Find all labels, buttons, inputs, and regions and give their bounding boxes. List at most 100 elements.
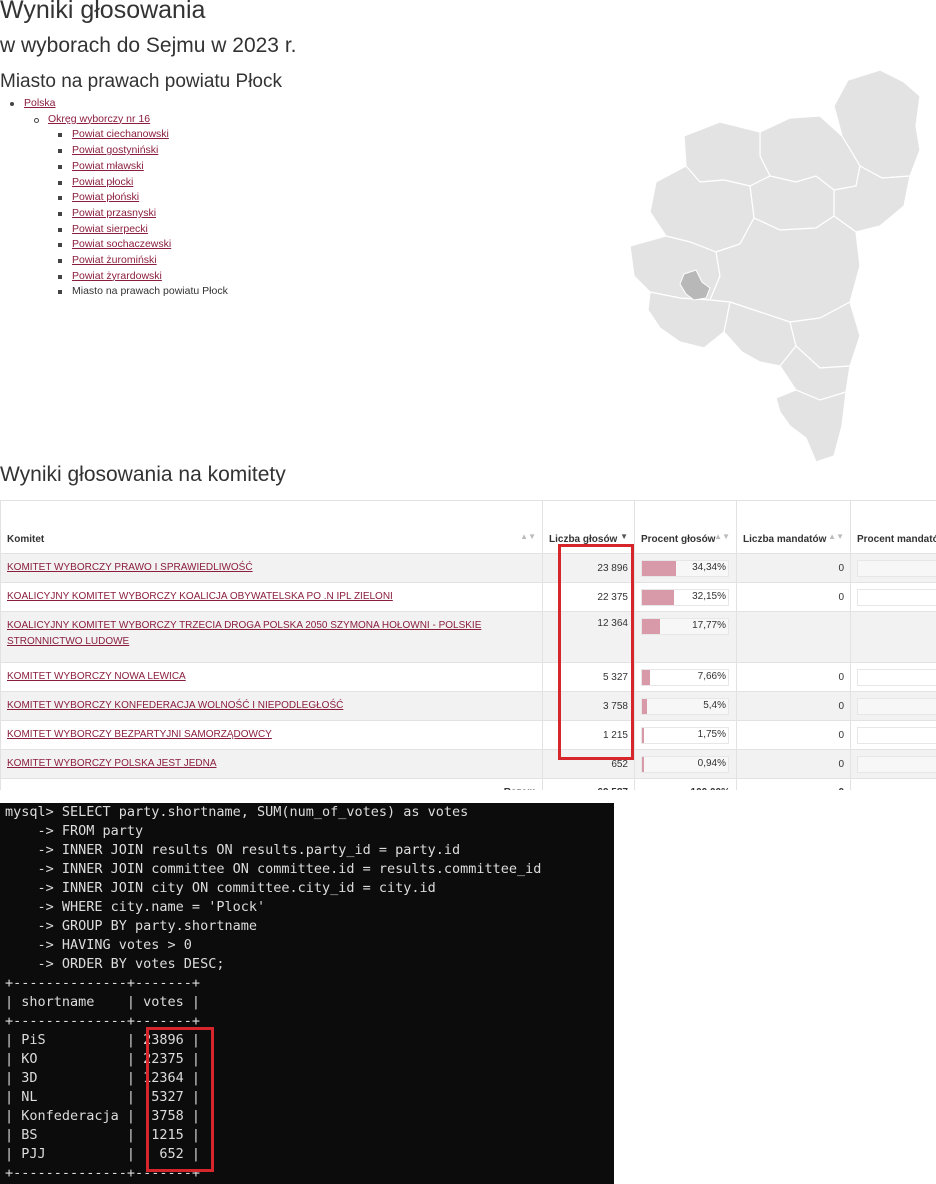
sql-result-line: | PJJ | 652 | (5, 1146, 201, 1162)
sort-icon: ▲▼ (520, 532, 536, 541)
sql-result-line: +--------------+-------+ (5, 1165, 201, 1181)
tree-link-powiat[interactable]: Powiat mławski (72, 160, 144, 172)
committee-link[interactable]: KOMITET WYBORCZY BEZPARTYJNI SAMORZĄDOWC… (7, 729, 272, 740)
tree-item: Powiat mławski (0, 159, 228, 175)
seats-pct-cell (850, 749, 936, 779)
sql-result-line: +--------------+-------+ (5, 975, 201, 991)
bullet-icon (58, 196, 62, 201)
tree-link-powiat[interactable]: Powiat żuromiński (72, 254, 157, 266)
percent-label: 17,77% (692, 620, 726, 631)
percent-bar: 5,4% (641, 697, 729, 715)
seats-cell: 0 (736, 749, 851, 779)
bullet-icon (34, 117, 39, 123)
sql-query-line: -> INNER JOIN city ON committee.city_id … (5, 880, 436, 896)
tree-item: Powiat ciechanowski (0, 127, 228, 143)
table-row: KOMITET WYBORCZY PRAWO I SPRAWIEDLIWOŚĆ 2… (0, 553, 936, 583)
committee-cell: KOMITET WYBORCZY POLSKA JEST JEDNA (0, 749, 543, 779)
sql-query-line: mysql> SELECT party.shortname, SUM(num_o… (5, 804, 469, 820)
percent-bar-fill (642, 727, 644, 743)
committee-link[interactable]: KOMITET WYBORCZY PRAWO I SPRAWIEDLIWOŚĆ (7, 562, 253, 573)
section-title: Wyniki głosowania na komitety (0, 463, 286, 486)
seats-cell: 0 (736, 662, 851, 692)
total-votes-pct: 100,00% (634, 778, 737, 790)
committee-link[interactable]: KOMITET WYBORCZY NOWA LEWICA (7, 671, 186, 682)
committee-cell: KOMITET WYBORCZY NOWA LEWICA (0, 662, 543, 692)
tree-current-label: Miasto na prawach powiatu Płock (72, 285, 228, 298)
committee-link[interactable]: KOALICYJNY KOMITET WYBORCZY TRZECIA DROG… (7, 620, 481, 647)
percent-bar: 1,75% (641, 726, 729, 744)
sql-query-line: -> WHERE city.name = 'Plock' (5, 899, 266, 915)
sql-result-line: | KO | 22375 | (5, 1051, 201, 1067)
tree-link-powiat[interactable]: Powiat płocki (72, 176, 133, 188)
location-title: Miasto na prawach powiatu Płock (0, 71, 282, 92)
bullet-icon (10, 102, 14, 106)
committee-link[interactable]: KOALICYJNY KOMITET WYBORCZY KOALICJA OBY… (7, 591, 393, 602)
tree-item-district: Okręg wyborczy nr 16 (0, 112, 228, 128)
sql-result-line: | shortname | votes | (5, 994, 201, 1010)
sql-query-line: -> INNER JOIN results ON results.party_i… (5, 842, 461, 858)
tree-link-powiat[interactable]: Powiat sierpecki (72, 223, 148, 235)
tree-link-powiat[interactable]: Powiat gostyniński (72, 144, 158, 156)
seats-percent-bar (857, 559, 936, 577)
seats-pct-cell (850, 662, 936, 692)
bullet-icon (58, 290, 62, 295)
tree-item: Powiat przasnyski (0, 206, 228, 222)
map-region[interactable] (683, 121, 771, 187)
tree-link-powiat[interactable]: Powiat ciechanowski (72, 128, 169, 140)
seats-percent-bar (857, 588, 936, 606)
header-seats-pct[interactable]: Procent mandatów (850, 500, 936, 554)
sql-query-line: -> INNER JOIN committee ON committee.id … (5, 861, 542, 877)
seats-percent-bar (857, 697, 936, 715)
total-seats-pct: 100 (850, 778, 936, 790)
tree-link-powiat[interactable]: Powiat sochaczewski (72, 238, 171, 250)
page-title: Wyniki głosowania (0, 0, 206, 24)
mysql-terminal: mysql> SELECT party.shortname, SUM(num_o… (0, 803, 614, 1184)
header-committee[interactable]: Komitet ▲▼ (0, 500, 543, 554)
committee-cell: KOMITET WYBORCZY PRAWO I SPRAWIEDLIWOŚĆ (0, 553, 543, 583)
tree-link-root[interactable]: Polska (24, 97, 56, 109)
committee-link[interactable]: KOMITET WYBORCZY KONFEDERACJA WOLNOŚĆ I … (7, 700, 343, 711)
map-region[interactable] (775, 389, 847, 463)
percent-bar: 0,94% (641, 755, 729, 773)
header-votes[interactable]: Liczba głosów ▼ (542, 500, 635, 554)
committee-link[interactable]: KOMITET WYBORCZY POLSKA JEST JEDNA (7, 758, 217, 769)
sort-desc-icon: ▼ (620, 532, 628, 541)
total-seats: 0 (736, 778, 851, 790)
votes-pct-cell: 0,94% (634, 749, 737, 779)
votes-pct-cell: 17,77% (634, 611, 737, 663)
percent-bar-fill (642, 669, 650, 685)
sql-result-line: | NL | 5327 | (5, 1089, 201, 1105)
seats-pct-cell (850, 691, 936, 721)
percent-bar: 32,15% (641, 588, 729, 606)
bullet-icon (58, 259, 62, 264)
votes-pct-cell: 7,66% (634, 662, 737, 692)
total-label: Razem (0, 778, 543, 790)
tree-link-powiat[interactable]: Powiat żyrardowski (72, 270, 162, 282)
bullet-icon (58, 274, 62, 279)
sql-result-line: | Konfederacja | 3758 | (5, 1108, 201, 1124)
tree-item-current: Miasto na prawach powiatu Płock (0, 284, 228, 300)
page-subtitle: w wyborach do Sejmu w 2023 r. (0, 34, 297, 57)
percent-label: 34,34% (692, 561, 726, 573)
committee-cell: KOMITET WYBORCZY BEZPARTYJNI SAMORZĄDOWC… (0, 720, 543, 750)
bullet-icon (58, 180, 62, 185)
table-row: KOALICYJNY KOMITET WYBORCZY KOALICJA OBY… (0, 582, 936, 612)
table-row: KOMITET WYBORCZY KONFEDERACJA WOLNOŚĆ I … (0, 691, 936, 721)
header-seats[interactable]: Liczba mandatów ▲▼ (736, 500, 851, 554)
seats-pct-cell (850, 582, 936, 612)
votes-cell: 3 758 (542, 691, 635, 721)
map-region[interactable] (647, 291, 731, 349)
seats-pct-cell (850, 553, 936, 583)
tree-item: Powiat żuromiński (0, 253, 228, 269)
sql-result-line: +--------------+-------+ (5, 1013, 201, 1029)
header-votes-pct[interactable]: Procent głosów ▲▼ (634, 500, 737, 554)
tree-link-district[interactable]: Okręg wyborczy nr 16 (48, 113, 150, 125)
table-header: Komitet ▲▼ Liczba głosów ▼ Procent głosów ▲… (0, 500, 936, 554)
tree-item: Powiat płoński (0, 190, 228, 206)
tree-link-powiat[interactable]: Powiat przasnyski (72, 207, 156, 219)
bullet-icon (58, 133, 62, 138)
tree-link-powiat[interactable]: Powiat płoński (72, 191, 139, 203)
votes-cell: 652 (542, 749, 635, 779)
seats-percent-bar (857, 726, 936, 744)
table-row: KOALICYJNY KOMITET WYBORCZY TRZECIA DROG… (0, 611, 936, 663)
